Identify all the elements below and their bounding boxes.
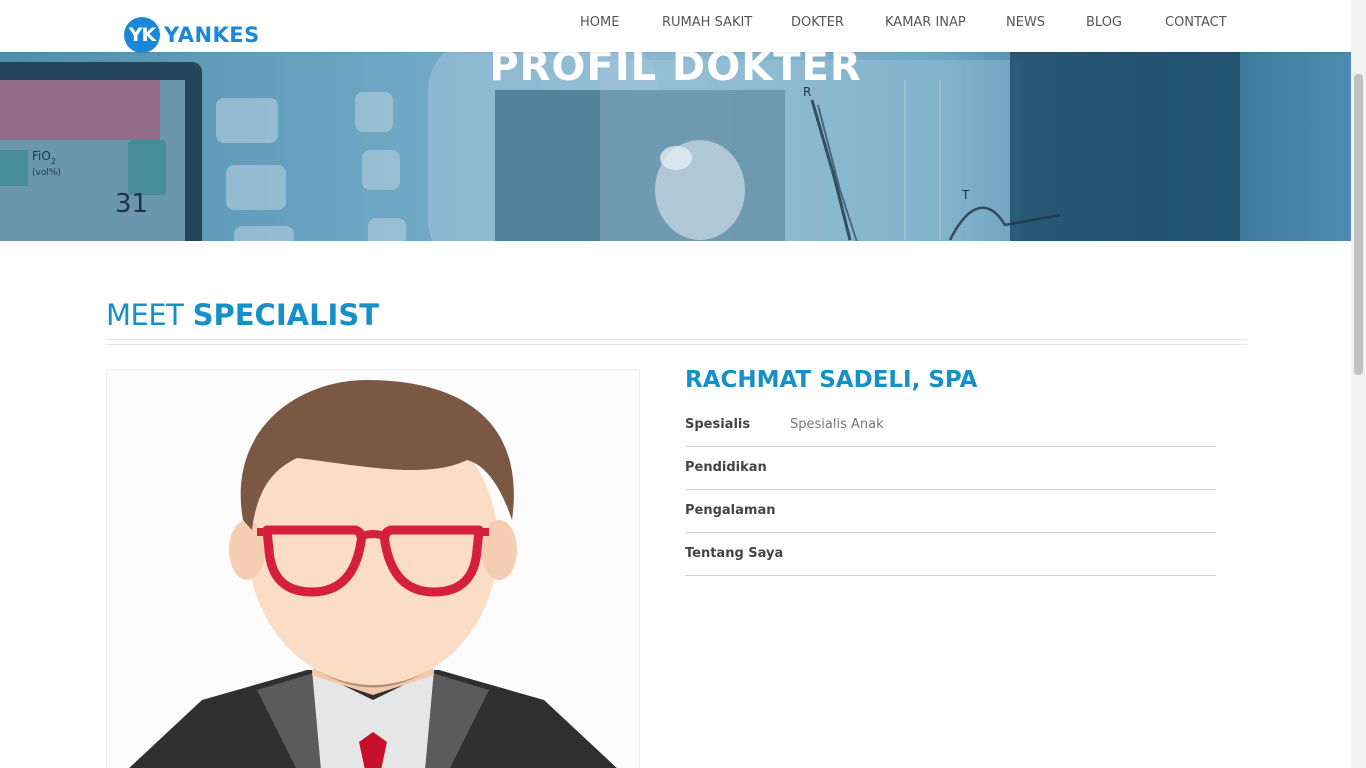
page: FiO2 (vol%) 31 R T PROFIL DOKTER YK YANK… — [0, 0, 1351, 768]
nav-item-contact[interactable]: CONTACT — [1165, 15, 1227, 30]
nav-item-home[interactable]: HOME — [580, 15, 619, 30]
monitor-unit-label: (vol%) — [32, 168, 61, 178]
section-title: MEET SPECIALIST — [106, 298, 379, 332]
doctor-photo — [106, 369, 640, 768]
section-divider — [106, 339, 1247, 345]
info-label: Tentang Saya — [685, 546, 784, 561]
doctor-info-table: Spesialis Spesialis Anak Pendidikan Peng… — [685, 404, 1216, 576]
nav-item-blog[interactable]: BLOG — [1086, 15, 1122, 30]
site-header: YK YANKES HOME RUMAH SAKIT DOKTER KAMAR … — [0, 0, 1351, 53]
info-row-pendidikan: Pendidikan — [685, 447, 1216, 490]
info-value: Spesialis Anak — [790, 417, 884, 432]
info-label: Spesialis — [685, 417, 751, 432]
monitor-value: 31 — [115, 189, 148, 219]
doctor-name: RACHMAT SADELI, SPA — [685, 367, 978, 393]
info-row-spesialis: Spesialis Spesialis Anak — [685, 404, 1216, 447]
scrollbar[interactable] — [1351, 0, 1366, 768]
main-nav: HOME RUMAH SAKIT DOKTER KAMAR INAP NEWS … — [0, 15, 1351, 35]
info-row-tentang-saya: Tentang Saya — [685, 533, 1216, 576]
ecg-label-t: T — [961, 188, 970, 202]
avatar — [129, 380, 617, 768]
nav-item-news[interactable]: NEWS — [1006, 15, 1045, 30]
nav-item-dokter[interactable]: DOKTER — [791, 15, 844, 30]
scrollbar-thumb[interactable] — [1354, 74, 1363, 375]
info-label: Pendidikan — [685, 460, 767, 475]
info-row-pengalaman: Pengalaman — [685, 490, 1216, 533]
section-title-light: MEET — [106, 298, 184, 332]
nav-item-rumah-sakit[interactable]: RUMAH SAKIT — [662, 15, 752, 30]
nav-item-kamar-inap[interactable]: KAMAR INAP — [885, 15, 966, 30]
info-label: Pengalaman — [685, 503, 776, 518]
section-title-bold: SPECIALIST — [192, 298, 380, 332]
